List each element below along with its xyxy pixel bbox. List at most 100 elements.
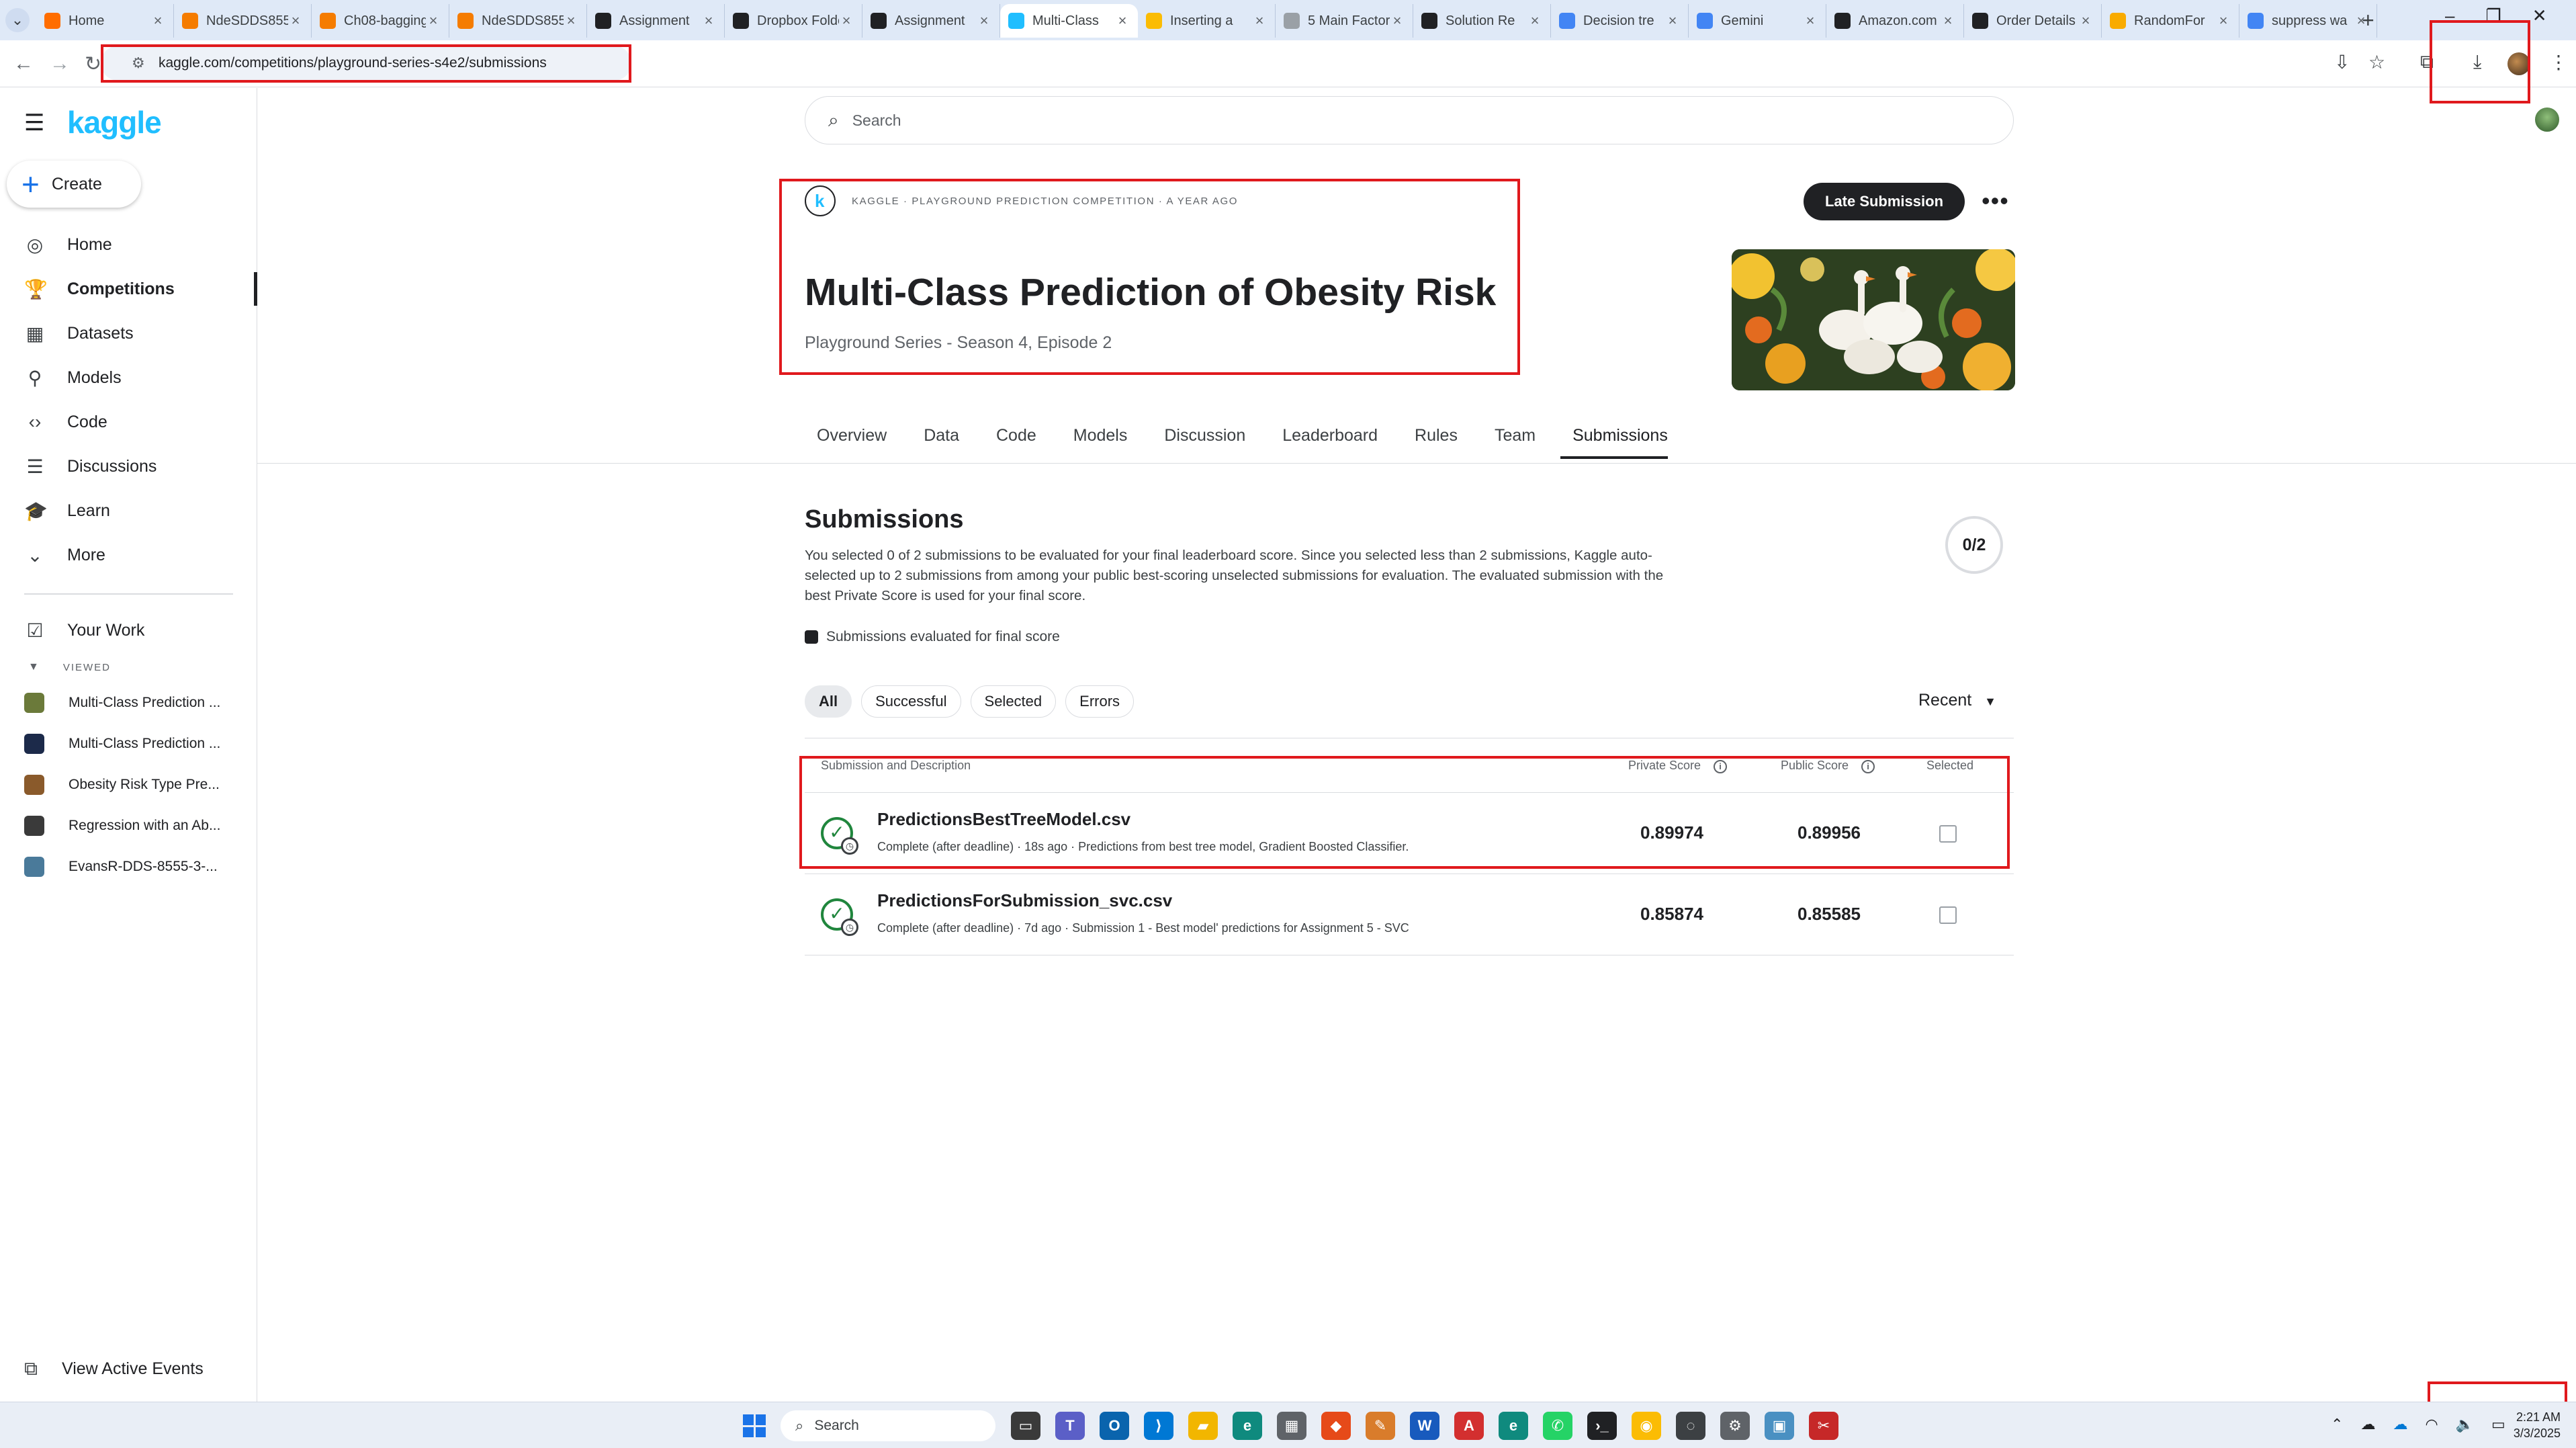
close-icon[interactable]: × bbox=[2078, 12, 2093, 30]
volume-icon[interactable]: 🔈 bbox=[2456, 1416, 2474, 1433]
vscode-icon[interactable]: ⟩ bbox=[1144, 1412, 1173, 1440]
install-app-icon[interactable]: ⇩ bbox=[2334, 51, 2350, 73]
taskbar-clock[interactable]: 2:21 AM 3/3/2025 bbox=[2512, 1409, 2561, 1441]
browser-menu-icon[interactable]: ⋮ bbox=[2549, 51, 2568, 73]
recently-viewed-item[interactable]: Multi-Class Prediction ... bbox=[0, 682, 257, 723]
extensions-icon[interactable]: ⧉ bbox=[2420, 51, 2434, 73]
close-icon[interactable]: × bbox=[1941, 12, 1955, 30]
browser-tab[interactable]: 5 Main Factors × bbox=[1276, 4, 1413, 38]
sidebar-item-more[interactable]: ⌄ More bbox=[0, 533, 257, 577]
tab-discussion[interactable]: Discussion bbox=[1152, 422, 1245, 459]
close-icon[interactable]: × bbox=[1803, 12, 1818, 30]
filter-chip-selected[interactable]: Selected bbox=[970, 685, 1057, 718]
select-checkbox[interactable] bbox=[1939, 825, 1957, 843]
chrome-icon[interactable]: ◉ bbox=[1632, 1412, 1661, 1440]
minimize-button[interactable]: – bbox=[2445, 5, 2454, 26]
sidebar-item-learn[interactable]: 🎓 Learn bbox=[0, 488, 257, 533]
recently-viewed-item[interactable]: EvansR-DDS-8555-3-... bbox=[0, 846, 257, 887]
outlook-icon[interactable]: O bbox=[1100, 1412, 1129, 1440]
browser-tab[interactable]: Multi-Class × bbox=[1000, 4, 1138, 38]
browser-tab[interactable]: suppress wa × bbox=[2239, 4, 2377, 38]
whatsapp-icon[interactable]: ✆ bbox=[1543, 1412, 1572, 1440]
select-checkbox[interactable] bbox=[1939, 906, 1957, 924]
close-icon[interactable]: × bbox=[2216, 12, 2231, 30]
tab-data[interactable]: Data bbox=[912, 422, 959, 459]
app-icon[interactable]: ▣ bbox=[1765, 1412, 1794, 1440]
sidebar-item-home[interactable]: ◎ Home bbox=[0, 222, 257, 267]
browser-tab[interactable]: NdeSDDS8555× bbox=[174, 4, 312, 38]
user-avatar[interactable] bbox=[2534, 106, 2561, 133]
file-explorer-icon[interactable]: ▰ bbox=[1188, 1412, 1218, 1440]
filter-chip-successful[interactable]: Successful bbox=[861, 685, 961, 718]
forward-icon[interactable]: → bbox=[50, 52, 70, 75]
tab-leaderboard[interactable]: Leaderboard bbox=[1270, 422, 1378, 459]
word-icon[interactable]: W bbox=[1410, 1412, 1439, 1440]
browser-tab[interactable]: Amazon.com × bbox=[1826, 4, 1964, 38]
edge-icon[interactable]: e bbox=[1499, 1412, 1528, 1440]
app-icon[interactable]: ◆ bbox=[1321, 1412, 1351, 1440]
tab-search-button[interactable]: ⌄ bbox=[5, 8, 30, 32]
filter-chip-all[interactable]: All bbox=[805, 685, 852, 718]
info-icon[interactable]: i bbox=[1861, 760, 1875, 773]
more-options-icon[interactable]: ••• bbox=[1982, 187, 2009, 215]
close-icon[interactable]: × bbox=[150, 12, 165, 30]
app-icon[interactable]: ✎ bbox=[1366, 1412, 1395, 1440]
tab-models[interactable]: Models bbox=[1061, 422, 1128, 459]
sidebar-item-competitions[interactable]: 🏆 Competitions bbox=[0, 267, 257, 311]
browser-tab[interactable]: Ch08-bagging × bbox=[312, 4, 449, 38]
late-submission-button[interactable]: Late Submission bbox=[1804, 183, 1965, 220]
browser-tab[interactable]: Dropbox Folder× bbox=[725, 4, 862, 38]
create-button[interactable]: + Create bbox=[7, 161, 141, 208]
kaggle-logo[interactable]: kaggle bbox=[67, 104, 162, 140]
tab-rules[interactable]: Rules bbox=[1403, 422, 1458, 459]
terminal-icon[interactable]: ›_ bbox=[1587, 1412, 1617, 1440]
browser-tab[interactable]: Decision tre × bbox=[1551, 4, 1689, 38]
tab-submissions[interactable]: Submissions bbox=[1560, 422, 1668, 459]
back-icon[interactable]: ← bbox=[13, 52, 34, 75]
close-icon[interactable]: × bbox=[1252, 12, 1267, 30]
viewed-section-header[interactable]: ▼ VIEWED bbox=[0, 652, 257, 682]
submission-filename[interactable]: PredictionsBestTreeModel.csv bbox=[877, 809, 1130, 830]
chevron-up-icon[interactable]: ⌃ bbox=[2331, 1416, 2343, 1433]
browser-tab[interactable]: NdeSDDS8555× bbox=[449, 4, 587, 38]
address-bar[interactable]: ⚙ kaggle.com/competitions/playground-ser… bbox=[101, 46, 631, 81]
snipping-tool-icon[interactable]: ✂ bbox=[1809, 1412, 1838, 1440]
close-icon[interactable]: × bbox=[1527, 12, 1542, 30]
browser-tab[interactable]: Order Details × bbox=[1964, 4, 2102, 38]
browser-tab[interactable]: Assignment × bbox=[862, 4, 1000, 38]
close-icon[interactable]: × bbox=[1115, 12, 1130, 30]
sidebar-item-your-work[interactable]: ☑ Your Work bbox=[0, 608, 257, 652]
browser-tab[interactable]: Home × bbox=[36, 4, 174, 38]
browser-tab[interactable]: Inserting a × bbox=[1138, 4, 1276, 38]
view-active-events-link[interactable]: ⧉ View Active Events bbox=[24, 1358, 204, 1380]
close-icon[interactable]: × bbox=[1390, 12, 1405, 30]
file-icon[interactable]: ▭ bbox=[1011, 1412, 1040, 1440]
tab-overview[interactable]: Overview bbox=[805, 422, 887, 459]
acrobat-icon[interactable]: A bbox=[1454, 1412, 1484, 1440]
sidebar-item-discussions[interactable]: ☰ Discussions bbox=[0, 444, 257, 488]
wifi-icon[interactable]: ◠ bbox=[2425, 1416, 2438, 1433]
cloud-icon[interactable]: ☁ bbox=[2360, 1416, 2375, 1433]
edge-icon[interactable]: e bbox=[1233, 1412, 1262, 1440]
filter-chip-errors[interactable]: Errors bbox=[1065, 685, 1135, 718]
browser-tab[interactable]: RandomFor × bbox=[2102, 4, 2239, 38]
close-icon[interactable]: × bbox=[701, 12, 716, 30]
recently-viewed-item[interactable]: Multi-Class Prediction ... bbox=[0, 723, 257, 764]
search-input[interactable]: ⌕ Search bbox=[805, 96, 2014, 144]
browser-tab[interactable]: Solution Re × bbox=[1413, 4, 1551, 38]
info-icon[interactable]: i bbox=[1714, 760, 1728, 773]
sort-dropdown[interactable]: Recent ▼ bbox=[1918, 691, 1996, 710]
close-icon[interactable]: × bbox=[288, 12, 303, 30]
downloads-icon[interactable]: ⤓ bbox=[2473, 51, 2481, 73]
tab-code[interactable]: Code bbox=[984, 422, 1036, 459]
reload-icon[interactable]: ↻ bbox=[85, 52, 101, 76]
recently-viewed-item[interactable]: Obesity Risk Type Pre... bbox=[0, 764, 257, 805]
sidebar-item-code[interactable]: ‹› Code bbox=[0, 400, 257, 444]
settings-icon[interactable]: ⚙ bbox=[1720, 1412, 1750, 1440]
close-icon[interactable]: × bbox=[1665, 12, 1680, 30]
hamburger-menu-icon[interactable]: ☰ bbox=[24, 110, 44, 136]
new-tab-button[interactable]: + bbox=[2362, 8, 2374, 33]
sidebar-item-datasets[interactable]: ▦ Datasets bbox=[0, 311, 257, 355]
site-info-icon[interactable]: ⚙ bbox=[132, 54, 145, 72]
tab-team[interactable]: Team bbox=[1482, 422, 1536, 459]
